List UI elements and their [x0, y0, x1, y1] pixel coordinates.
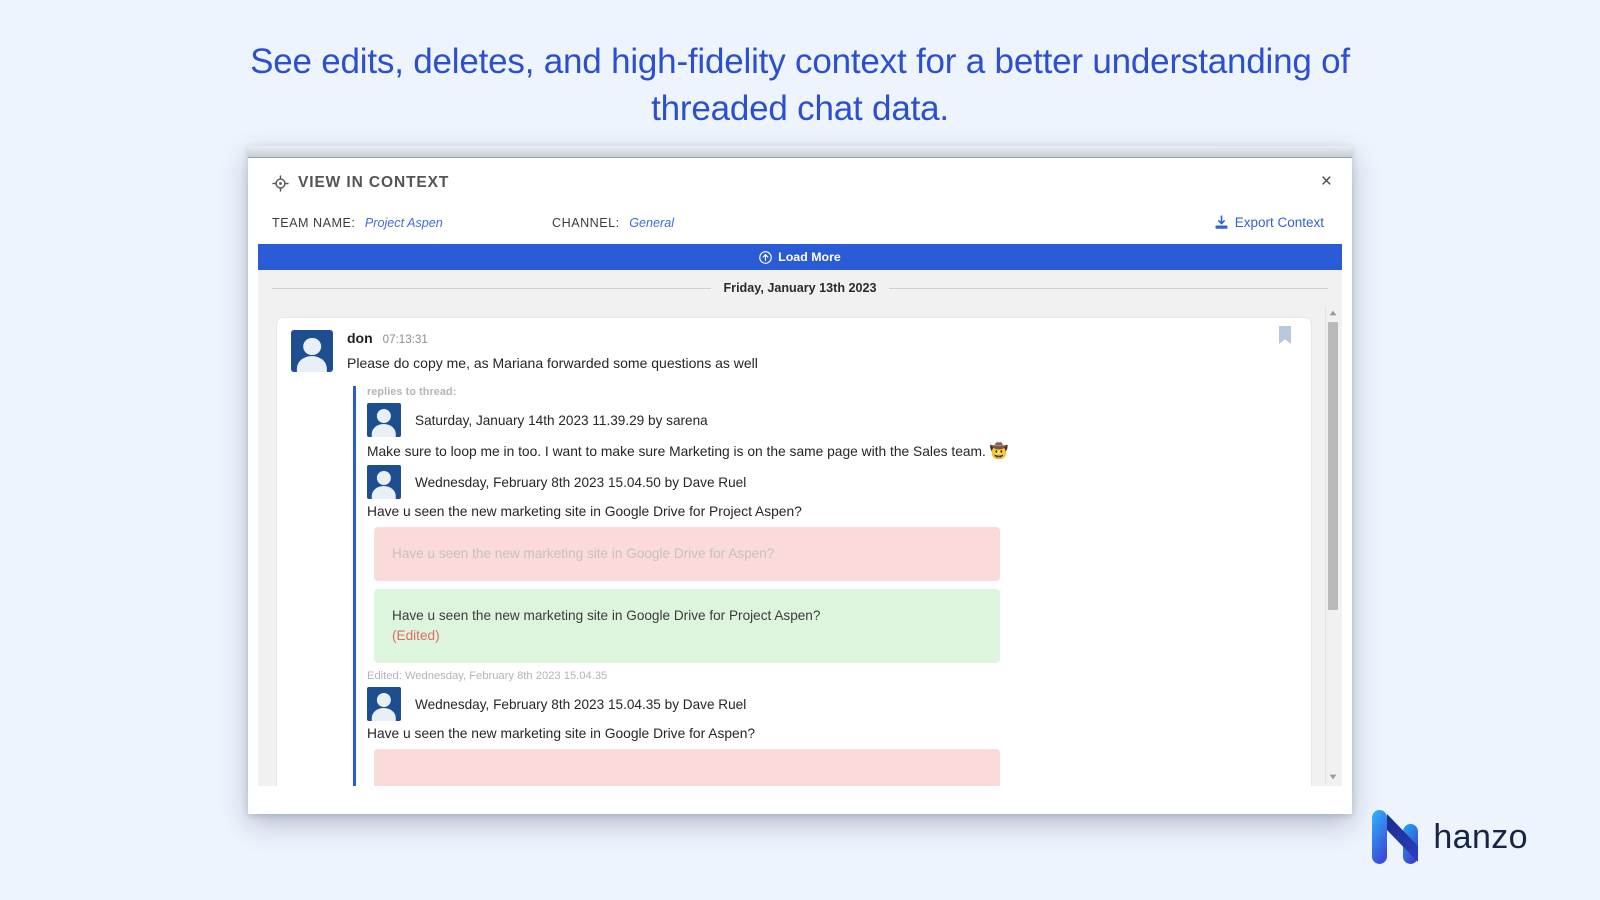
user-avatar-icon: [367, 465, 401, 499]
reply-text: Have u seen the new marketing site in Go…: [367, 726, 756, 741]
user-avatar-icon: [367, 687, 401, 721]
team-name-field: TEAM NAME: Project Aspen: [272, 216, 552, 230]
export-context-label: Export Context: [1234, 215, 1324, 230]
load-more-label: Load More: [778, 250, 841, 264]
date-separator-label: Friday, January 13th 2023: [723, 281, 877, 295]
modal-meta-row: TEAM NAME: Project Aspen CHANNEL: Genera…: [272, 215, 1328, 244]
bookmark-icon[interactable]: [1278, 326, 1292, 345]
root-message-text: Please do copy me, as Mariana forwarded …: [347, 355, 758, 371]
close-icon[interactable]: ×: [1321, 172, 1332, 191]
list-item: Wednesday, February 8th 2023 15.04.50 by…: [367, 465, 1311, 682]
crosshair-icon: [272, 174, 289, 192]
export-context-button[interactable]: Export Context: [1214, 215, 1324, 230]
scroll-up-arrow-icon[interactable]: [1326, 306, 1340, 320]
scroll-down-arrow-icon[interactable]: [1326, 770, 1340, 784]
arrow-up-circle-icon: [759, 250, 773, 264]
window-chrome-strip: [248, 146, 1352, 158]
chrome-ghost-toolbar: [1216, 148, 1336, 156]
channel-value: General: [629, 215, 674, 230]
diff-added-box: Have u seen the new marketing site in Go…: [374, 589, 1000, 663]
reply-meta: Wednesday, February 8th 2023 15.04.50 by…: [415, 474, 747, 490]
message-card: don 07:13:31 Please do copy me, as Maria…: [276, 317, 1312, 786]
list-item: Wednesday, February 8th 2023 15.04.35 by…: [367, 687, 1311, 786]
thread-replies: replies to thread: Saturday, January 14t…: [353, 386, 1311, 786]
page-headline: See edits, deletes, and high-fidelity co…: [250, 42, 1350, 128]
diff-added-text: Have u seen the new marketing site in Go…: [392, 608, 821, 623]
root-message-body: don 07:13:31 Please do copy me, as Maria…: [347, 330, 758, 372]
brand-logo: hanzo: [1372, 810, 1528, 864]
edited-timestamp: Edited: Wednesday, February 8th 2023 15.…: [367, 670, 608, 682]
date-separator: Friday, January 13th 2023: [258, 281, 1342, 295]
root-message-time: 07:13:31: [382, 333, 428, 346]
reply-header: Saturday, January 14th 2023 11.39.29 by …: [367, 403, 1311, 437]
thread-scroll-area: Friday, January 13th 2023 don 07:13:31 P…: [258, 270, 1342, 786]
cowboy-face-emoji: 🤠: [989, 443, 1009, 460]
brand-name: hanzo: [1433, 817, 1528, 856]
load-more-button[interactable]: Load More: [258, 244, 1342, 270]
channel-field: CHANNEL: General: [552, 216, 1214, 230]
reply-meta: Wednesday, February 8th 2023 15.04.35 by…: [415, 696, 747, 712]
reply-meta: Saturday, January 14th 2023 11.39.29 by …: [415, 412, 708, 428]
team-name-value: Project Aspen: [364, 215, 443, 230]
root-message-header: don 07:13:31: [347, 330, 758, 346]
user-avatar-icon: [367, 403, 401, 437]
hanzo-logo-icon: [1372, 810, 1419, 864]
team-name-label: TEAM NAME:: [272, 215, 356, 230]
root-message-author: don: [347, 330, 373, 346]
edited-tag: (Edited): [392, 628, 440, 643]
reply-text: Have u seen the new marketing site in Go…: [367, 504, 802, 519]
reply-header: Wednesday, February 8th 2023 15.04.35 by…: [367, 687, 1311, 721]
reply-text: Make sure to loop me in too. I want to m…: [367, 442, 1311, 460]
diff-deleted-box: Have u seen the new marketing site in Go…: [374, 527, 1000, 581]
app-viewport: VIEW IN CONTEXT × TEAM NAME: Project Asp…: [248, 158, 1352, 814]
reply-header: Wednesday, February 8th 2023 15.04.50 by…: [367, 465, 1311, 499]
replies-to-thread-label: replies to thread:: [367, 386, 457, 398]
modal-header: VIEW IN CONTEXT × TEAM NAME: Project Asp…: [248, 158, 1352, 244]
view-in-context-title-row: VIEW IN CONTEXT: [272, 174, 1328, 192]
root-message: don 07:13:31 Please do copy me, as Maria…: [277, 318, 1311, 372]
date-separator-line-right: [888, 287, 1329, 289]
modal-title: VIEW IN CONTEXT: [298, 174, 450, 191]
screenshot-frame: VIEW IN CONTEXT × TEAM NAME: Project Asp…: [248, 146, 1352, 814]
channel-label: CHANNEL:: [552, 215, 620, 230]
user-avatar-icon: [291, 330, 333, 372]
date-separator-line-left: [272, 287, 712, 289]
reply-text-content: Make sure to loop me in too. I want to m…: [367, 444, 986, 459]
diff-deleted-box: [374, 749, 1000, 786]
list-item: Saturday, January 14th 2023 11.39.29 by …: [367, 403, 1311, 460]
vertical-scrollbar[interactable]: [1325, 306, 1339, 784]
download-icon: [1215, 215, 1228, 229]
scrollbar-thumb[interactable]: [1328, 322, 1338, 610]
